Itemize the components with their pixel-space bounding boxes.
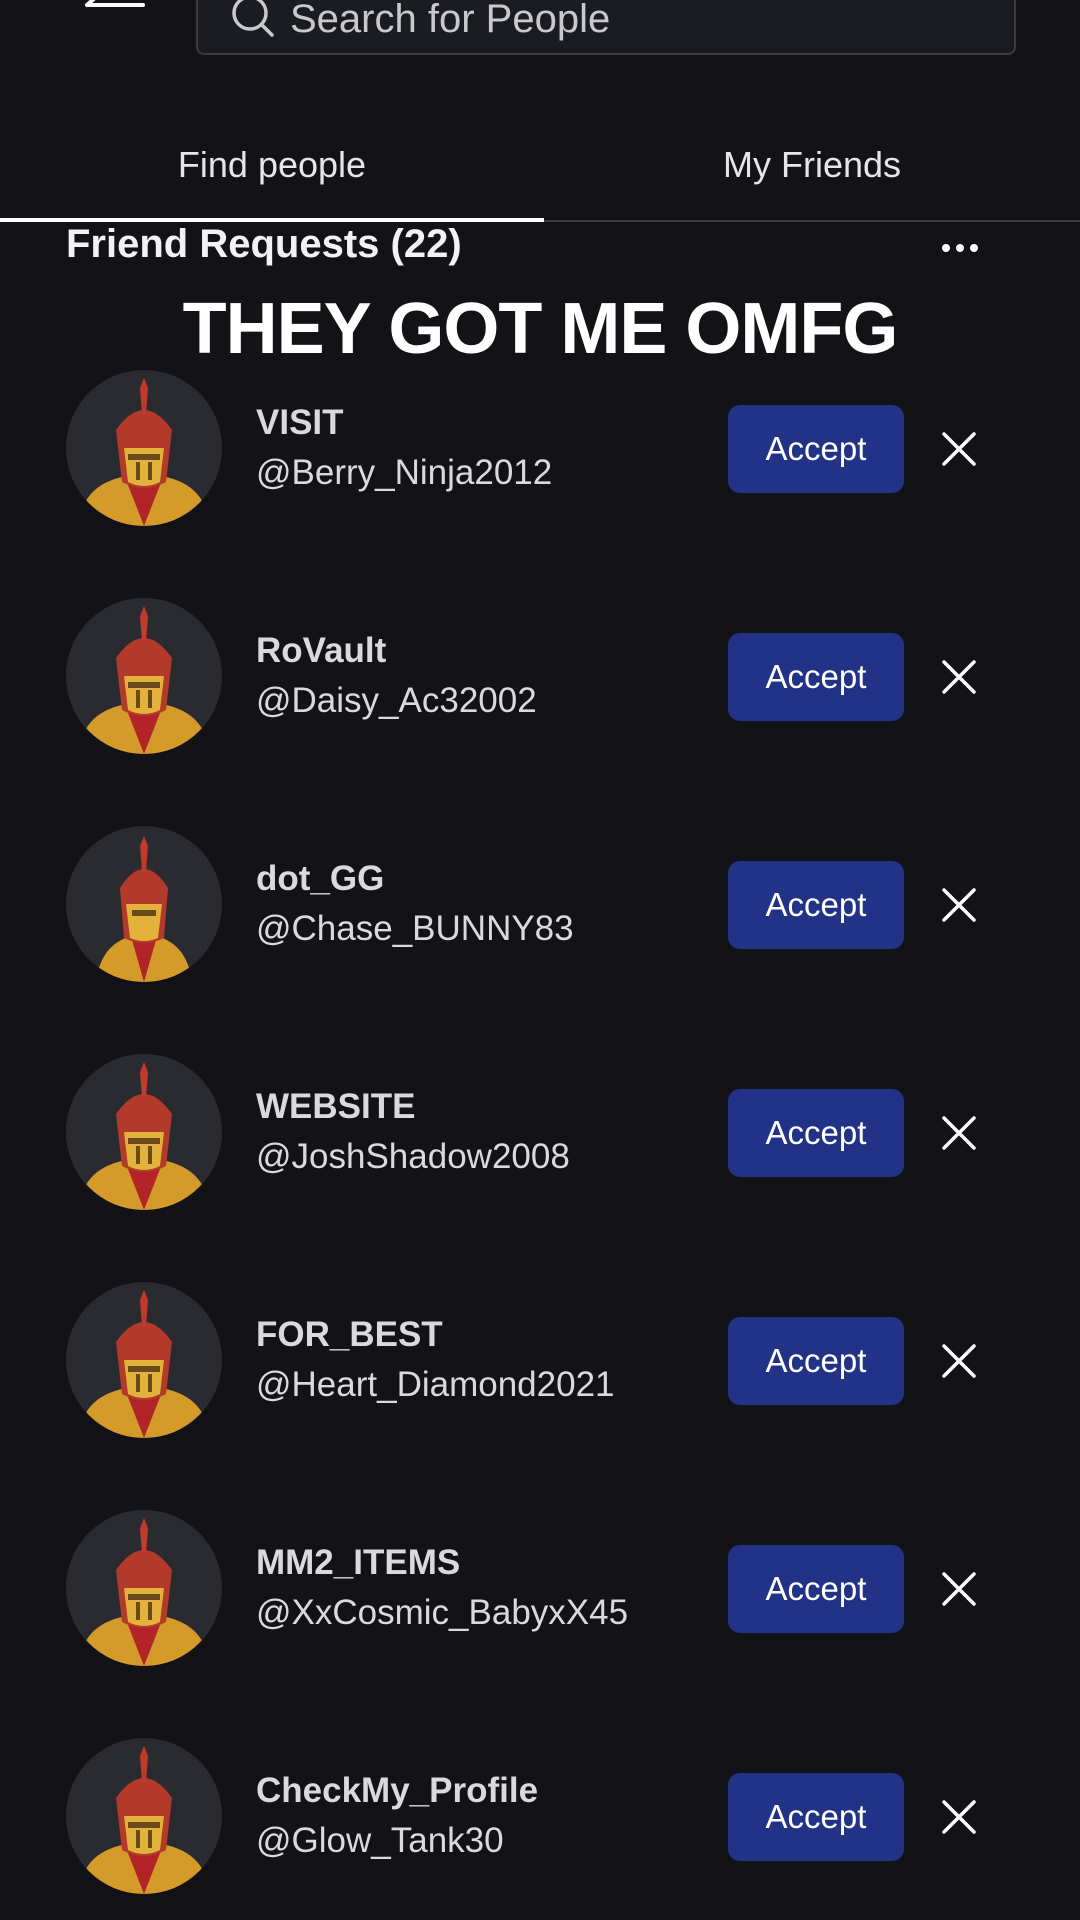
- back-button[interactable]: [80, 0, 150, 30]
- knight-avatar-icon: [66, 598, 222, 754]
- knight-avatar-icon: [66, 1738, 222, 1894]
- request-names: FOR_BEST @Heart_Diamond2021: [256, 1312, 615, 1412]
- decline-button[interactable]: [934, 420, 984, 478]
- friend-request-list: VISIT @Berry_Ninja2012 Accept RoVault @D…: [0, 370, 1080, 1920]
- knight-avatar-icon: [66, 826, 222, 982]
- tab-bar: Find people My Friends: [0, 110, 1080, 222]
- knight-avatar-icon: [66, 1054, 222, 1210]
- search-icon: [228, 0, 276, 41]
- close-icon: [942, 1572, 976, 1606]
- accept-button[interactable]: Accept: [728, 1317, 904, 1405]
- accept-button[interactable]: Accept: [728, 861, 904, 949]
- username[interactable]: @JoshShadow2008: [256, 1130, 570, 1184]
- search-bar[interactable]: [196, 0, 1016, 55]
- more-options-button[interactable]: [930, 228, 990, 268]
- request-names: MM2_ITEMS @XxCosmic_BabyxX45: [256, 1540, 628, 1640]
- username[interactable]: @Heart_Diamond2021: [256, 1358, 615, 1412]
- knight-avatar-icon: [66, 370, 222, 526]
- close-icon: [942, 1344, 976, 1378]
- display-name[interactable]: CheckMy_Profile: [256, 1768, 538, 1814]
- friend-request-row: dot_GG @Chase_BUNNY83 Accept: [0, 826, 1080, 1054]
- display-name[interactable]: FOR_BEST: [256, 1312, 615, 1358]
- decline-button[interactable]: [934, 876, 984, 934]
- decline-button[interactable]: [934, 1332, 984, 1390]
- search-input[interactable]: [290, 0, 990, 41]
- display-name[interactable]: WEBSITE: [256, 1084, 570, 1130]
- accept-button[interactable]: Accept: [728, 1545, 904, 1633]
- accept-button[interactable]: Accept: [728, 1089, 904, 1177]
- request-names: WEBSITE @JoshShadow2008: [256, 1084, 570, 1184]
- friend-request-row: WEBSITE @JoshShadow2008 Accept: [0, 1054, 1080, 1282]
- decline-button[interactable]: [934, 1104, 984, 1162]
- username[interactable]: @Daisy_Ac32002: [256, 674, 537, 728]
- request-names: CheckMy_Profile @Glow_Tank30: [256, 1768, 538, 1868]
- friend-request-row: CheckMy_Profile @Glow_Tank30 Accept: [0, 1738, 1080, 1920]
- display-name[interactable]: RoVault: [256, 628, 537, 674]
- close-icon: [942, 1800, 976, 1834]
- knight-avatar-icon: [66, 1510, 222, 1666]
- decline-button[interactable]: [934, 1560, 984, 1618]
- friend-request-row: FOR_BEST @Heart_Diamond2021 Accept: [0, 1282, 1080, 1510]
- friend-request-row: MM2_ITEMS @XxCosmic_BabyxX45 Accept: [0, 1510, 1080, 1738]
- username[interactable]: @Glow_Tank30: [256, 1814, 538, 1868]
- username[interactable]: @Berry_Ninja2012: [256, 446, 552, 500]
- accept-button[interactable]: Accept: [728, 1773, 904, 1861]
- close-icon: [942, 1116, 976, 1150]
- friend-request-row: VISIT @Berry_Ninja2012 Accept: [0, 370, 1080, 598]
- back-arrow-icon: [85, 0, 145, 7]
- friend-requests-heading: Friend Requests (22): [66, 222, 462, 266]
- avatar[interactable]: [66, 1054, 222, 1210]
- overlay-caption: THEY GOT ME OMFG: [182, 289, 899, 369]
- close-icon: [942, 888, 976, 922]
- username[interactable]: @XxCosmic_BabyxX45: [256, 1586, 628, 1640]
- request-names: dot_GG @Chase_BUNNY83: [256, 856, 574, 956]
- decline-button[interactable]: [934, 648, 984, 706]
- accept-button[interactable]: Accept: [728, 405, 904, 493]
- request-names: RoVault @Daisy_Ac32002: [256, 628, 537, 728]
- decline-button[interactable]: [934, 1788, 984, 1846]
- accept-button[interactable]: Accept: [728, 633, 904, 721]
- ellipsis-icon: [942, 244, 978, 252]
- display-name[interactable]: MM2_ITEMS: [256, 1540, 628, 1586]
- request-names: VISIT @Berry_Ninja2012: [256, 400, 552, 500]
- avatar[interactable]: [66, 1282, 222, 1438]
- display-name[interactable]: dot_GG: [256, 856, 574, 902]
- tab-find-people[interactable]: Find people: [0, 110, 544, 222]
- avatar[interactable]: [66, 598, 222, 754]
- knight-avatar-icon: [66, 1282, 222, 1438]
- username[interactable]: @Chase_BUNNY83: [256, 902, 574, 956]
- avatar[interactable]: [66, 1738, 222, 1894]
- friends-screen: Find people My Friends Friend Requests (…: [0, 0, 1080, 1920]
- avatar[interactable]: [66, 370, 222, 526]
- avatar[interactable]: [66, 1510, 222, 1666]
- close-icon: [942, 432, 976, 466]
- friend-request-row: RoVault @Daisy_Ac32002 Accept: [0, 598, 1080, 826]
- display-name[interactable]: VISIT: [256, 400, 552, 446]
- close-icon: [942, 660, 976, 694]
- avatar[interactable]: [66, 826, 222, 982]
- tab-my-friends[interactable]: My Friends: [544, 110, 1080, 220]
